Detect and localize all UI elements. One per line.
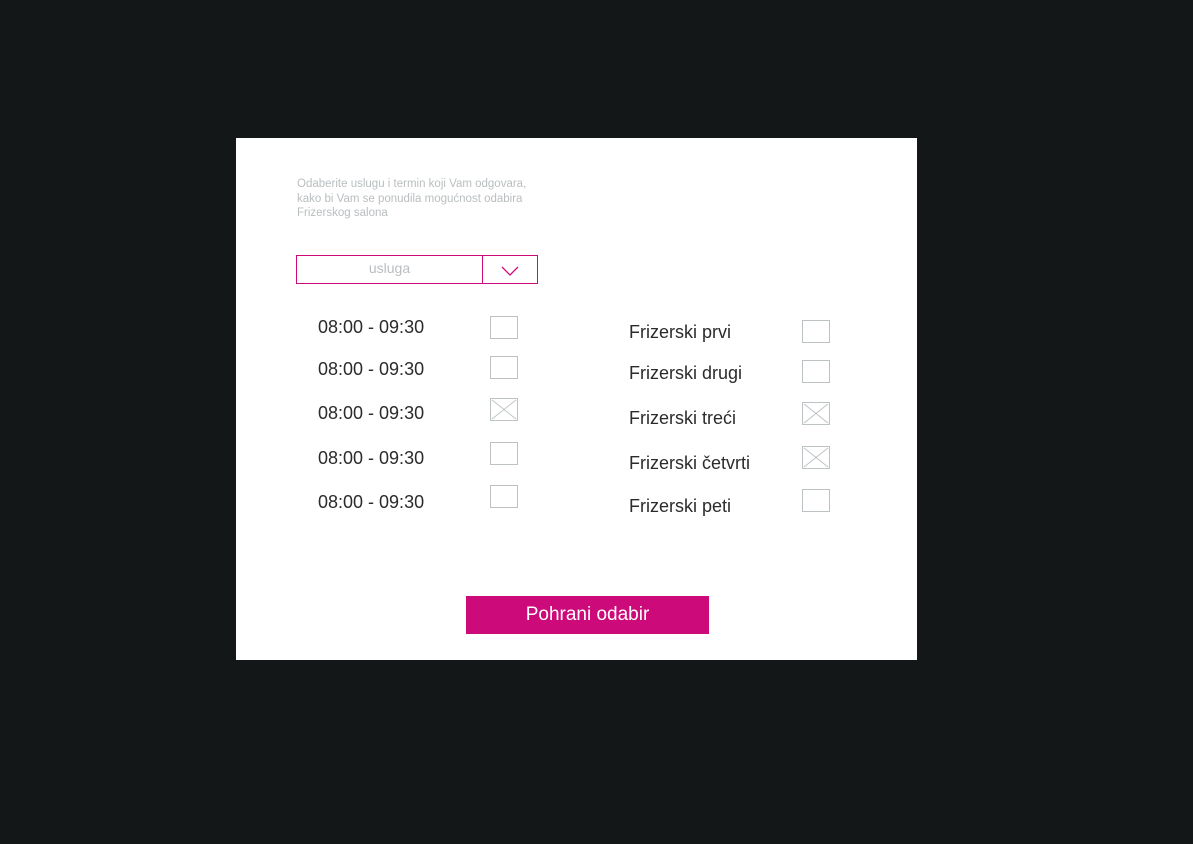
- salon-checkbox[interactable]: [802, 402, 830, 425]
- salon-checkbox[interactable]: [802, 489, 830, 512]
- time-slot-label: 08:00 - 09:30: [318, 317, 425, 337]
- service-select-toggle[interactable]: [483, 256, 537, 283]
- time-slot-label: 08:00 - 09:30: [318, 492, 425, 512]
- time-slot-checkbox[interactable]: [490, 356, 518, 379]
- time-slot-label: 08:00 - 09:30: [318, 448, 425, 468]
- time-slot-label: 08:00 - 09:30: [318, 403, 425, 423]
- salon-checkbox[interactable]: [802, 360, 830, 383]
- time-slot-checkbox[interactable]: [490, 316, 518, 339]
- time-slot-checkbox[interactable]: [490, 398, 518, 421]
- instructions-line: kako bi Vam se ponudila mogućnost odabir…: [297, 192, 523, 205]
- instructions-text: Odaberite uslugu i termin koji Vam odgov…: [297, 177, 557, 221]
- instructions-line: Odaberite uslugu i termin koji Vam odgov…: [297, 178, 527, 190]
- salon-label: Frizerski prvi: [629, 322, 731, 342]
- time-slot-checkbox[interactable]: [490, 442, 518, 465]
- time-slot-checkbox[interactable]: [490, 485, 518, 508]
- service-select-value: usluga: [297, 256, 483, 283]
- salon-label: Frizerski treći: [629, 408, 736, 428]
- salon-checkbox[interactable]: [802, 446, 830, 469]
- check-x-icon: [491, 399, 517, 420]
- time-slot-label: 08:00 - 09:30: [318, 359, 425, 379]
- salon-checkbox[interactable]: [802, 320, 830, 343]
- service-select[interactable]: usluga: [296, 255, 538, 284]
- instructions-line: Frizerskog salona: [297, 207, 388, 219]
- selection-dialog: Odaberite uslugu i termin koji Vam odgov…: [236, 138, 917, 660]
- chevron-down-icon: [501, 266, 519, 276]
- salon-label: Frizerski peti: [629, 496, 732, 516]
- check-x-icon: [803, 403, 829, 424]
- salon-label: Frizerski drugi: [629, 363, 743, 383]
- salon-label: Frizerski četvrti: [629, 453, 750, 473]
- save-selection-button[interactable]: Pohrani odabir: [466, 596, 709, 634]
- check-x-icon: [803, 447, 829, 468]
